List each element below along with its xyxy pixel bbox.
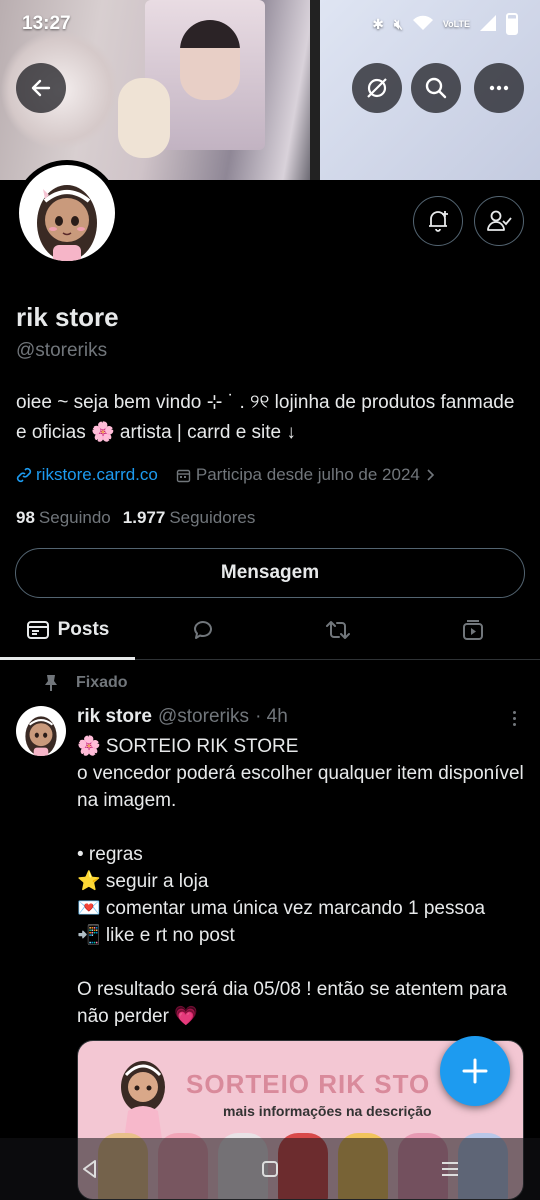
- more-vertical-icon: [512, 710, 516, 714]
- repost-icon: [325, 620, 350, 639]
- following-stat[interactable]: 98 Seguindo: [16, 508, 111, 528]
- followers-stat[interactable]: 1.977 Seguidores: [123, 508, 256, 528]
- follow-stats: 98 Seguindo 1.977 Seguidores: [16, 508, 255, 528]
- profile-avatar[interactable]: [14, 160, 120, 266]
- followers-label: Seguidores: [169, 508, 256, 527]
- reply-icon: [193, 620, 212, 639]
- bluetooth-icon: ✱: [372, 15, 384, 32]
- compose-button[interactable]: [440, 1036, 510, 1106]
- pinned-label: Fixado: [76, 674, 128, 691]
- tab-reposts[interactable]: [270, 600, 405, 659]
- joined-date[interactable]: Participa desde julho de 2024: [176, 465, 437, 485]
- profile-name: rik store: [16, 302, 119, 332]
- post-time: · 4h: [255, 706, 288, 727]
- profile-meta: rikstore.carrd.co Participa desde julho …: [16, 465, 437, 485]
- wifi-icon: [412, 15, 433, 34]
- hide-button[interactable]: [352, 63, 402, 113]
- pinned-indicator: Fixado: [44, 674, 128, 692]
- back-button[interactable]: [16, 63, 66, 113]
- bell-plus-icon: [429, 211, 448, 232]
- calendar-icon: [176, 469, 191, 482]
- notifications-button[interactable]: [413, 196, 463, 246]
- volte-label: VoLTE: [442, 18, 470, 29]
- battery-icon: [506, 13, 518, 35]
- tab-posts-label: Posts: [57, 618, 110, 640]
- status-indicators: ✱ 🔇︎ VoLTE: [372, 13, 518, 35]
- post-author-name[interactable]: rik store: [77, 706, 152, 728]
- bio-line: oiee ~ seja bem vindo ⊹ ˙ . ୨୧ lojinha d…: [16, 392, 515, 413]
- post-author-handle[interactable]: @storeriks: [158, 706, 249, 728]
- profile-handle: @storeriks: [16, 340, 108, 361]
- media-icon: [462, 619, 483, 640]
- nav-back-icon[interactable]: [79, 1158, 101, 1180]
- search-button[interactable]: [411, 63, 461, 113]
- user-check-icon: [487, 210, 512, 231]
- profile-link[interactable]: rikstore.carrd.co: [16, 465, 158, 485]
- system-navigation-bar: [0, 1138, 540, 1200]
- status-bar: 13:27 ✱ 🔇︎ VoLTE: [0, 0, 540, 48]
- status-time: 13:27: [22, 13, 71, 34]
- tab-media[interactable]: [405, 600, 540, 659]
- post-text: 🌸 SORTEIO RIK STORE o vencedor poderá es…: [77, 736, 524, 1027]
- hide-icon: [367, 78, 387, 98]
- following-button[interactable]: [474, 196, 524, 246]
- mute-icon: 🔇︎: [394, 15, 403, 32]
- bio-line: e oficias 🌸 artista | carrd e site ↓: [16, 422, 296, 443]
- profile-bio: oiee ~ seja bem vindo ⊹ ˙ . ୨୧ lojinha d…: [16, 388, 526, 448]
- nav-home-icon[interactable]: [259, 1158, 281, 1180]
- image-subtitle: mais informações na descrição: [223, 1103, 432, 1119]
- signal-icon: [480, 14, 496, 34]
- image-character: [108, 1051, 178, 1141]
- profile-tabs: Posts: [0, 600, 540, 660]
- image-title: SORTEIO RIK STO: [186, 1069, 431, 1099]
- more-options-button[interactable]: [474, 63, 524, 113]
- plus-icon: [462, 1058, 488, 1084]
- banner-plush-toy: [118, 78, 170, 158]
- followers-count: 1.977: [122, 508, 166, 527]
- more-icon: [489, 85, 509, 91]
- message-button[interactable]: Mensagem: [15, 548, 525, 598]
- arrow-left-icon: [31, 79, 51, 97]
- pin-icon: [45, 675, 57, 691]
- following-label: Seguindo: [38, 508, 111, 527]
- link-icon: [16, 467, 32, 483]
- search-icon: [425, 77, 447, 99]
- tab-posts[interactable]: Posts: [0, 600, 135, 660]
- avatar-image: [19, 165, 115, 261]
- post-author-avatar[interactable]: [16, 706, 66, 756]
- post-header: rik store @storeriks · 4h: [77, 706, 288, 728]
- post-more-button[interactable]: [504, 706, 524, 730]
- profile-link-text: rikstore.carrd.co: [36, 465, 158, 484]
- following-count: 98: [16, 508, 35, 527]
- posts-icon: [26, 620, 49, 639]
- chevron-right-icon: [427, 469, 435, 481]
- nav-recents-icon[interactable]: [439, 1158, 461, 1180]
- tab-replies[interactable]: [135, 600, 270, 659]
- joined-text: Participa desde julho de 2024: [195, 465, 420, 484]
